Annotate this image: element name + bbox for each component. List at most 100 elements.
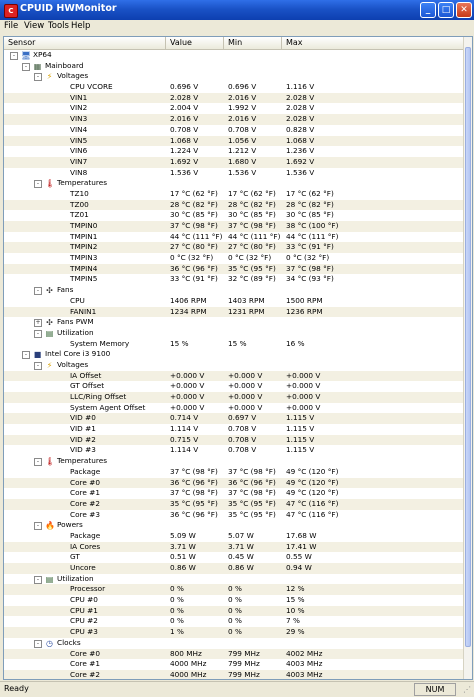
sensor-row[interactable]: CPU #0 0 % 0 % 15 %	[4, 595, 464, 606]
collapse-icon[interactable]: -	[34, 361, 42, 370]
collapse-icon[interactable]: -	[34, 180, 42, 189]
sensor-row[interactable]: TZ00 28 °C (82 °F) 28 °C (82 °F) 28 °C (82 …	[4, 199, 464, 211]
tree-node[interactable]: - 🌡 Temperatures	[4, 178, 464, 189]
expand-icon[interactable]: +	[34, 319, 42, 328]
sensor-row[interactable]: VID #1 1.114 V 0.708 V 1.115 V	[4, 424, 464, 435]
tree-node[interactable]: - 🌡 Temperatures	[4, 456, 464, 467]
sensor-row[interactable]: GT 0.51 W 0.45 W 0.55 W	[4, 552, 464, 563]
minimize-button[interactable]: _	[420, 2, 436, 18]
sensor-row[interactable]: TMPIN2 27 °C (80 °F) 27 °C (80 °F) 33 °C (9…	[4, 242, 464, 254]
collapse-icon[interactable]: -	[34, 73, 42, 82]
sensor-row[interactable]: CPU #3 1 % 0 % 29 %	[4, 627, 464, 638]
tree-node[interactable]: - ◷ Clocks	[4, 638, 464, 649]
column-sensor[interactable]: Sensor	[4, 37, 166, 49]
sensor-row[interactable]: VIN6 1.224 V 1.212 V 1.236 V	[4, 146, 464, 157]
sensor-row[interactable]: Package 5.09 W 5.07 W 17.68 W	[4, 531, 464, 542]
collapse-icon[interactable]: -	[34, 522, 42, 531]
sensor-name: Core #1	[70, 659, 100, 669]
sensor-name: Powers	[57, 520, 83, 530]
sensor-row[interactable]: FANIN1 1234 RPM 1231 RPM 1236 RPM	[4, 306, 464, 318]
sensor-row[interactable]: VIN2 2.004 V 1.992 V 2.028 V	[4, 103, 464, 114]
sensor-row[interactable]: Core #2 4000 MHz 799 MHz 4003 MHz	[4, 669, 464, 679]
sensor-table[interactable]: Sensor Value Min Max - 🖥 XP64- ▦ Mainboard - ⚡…	[3, 36, 473, 680]
sensor-value: 0 °C (32 °F)	[170, 253, 214, 263]
tree-node[interactable]: - ▤ Utilization	[4, 574, 464, 585]
sensor-row[interactable]: Core #0 800 MHz 799 MHz 4002 MHz	[4, 648, 464, 660]
sensor-row[interactable]: IA Cores 3.71 W 3.71 W 17.41 W	[4, 541, 464, 553]
sensor-row[interactable]: VIN4 0.708 V 0.708 V 0.828 V	[4, 125, 464, 136]
sensor-row[interactable]: TZ10 17 °C (62 °F) 17 °C (62 °F) 17 °C (62 …	[4, 189, 464, 200]
sensor-row[interactable]: Core #2 35 °C (95 °F) 35 °C (95 °F) 47 °C (…	[4, 498, 464, 510]
voltage-icon: ⚡	[46, 72, 53, 82]
tree-node[interactable]: - ▤ Utilization	[4, 328, 464, 339]
title-bar[interactable]: C CPUID HWMonitor _ □ ✕	[0, 0, 474, 20]
tree-node[interactable]: - ✣ Fans	[4, 285, 464, 296]
sensor-row[interactable]: Package 37 °C (98 °F) 37 °C (98 °F) 49 °C (…	[4, 467, 464, 478]
sensor-row[interactable]: CPU 1406 RPM 1403 RPM 1500 RPM	[4, 296, 464, 307]
menu-file[interactable]: File	[4, 21, 18, 31]
collapse-icon[interactable]: -	[34, 575, 42, 584]
tree-node[interactable]: - 🖥 XP64	[4, 50, 464, 61]
sensor-row[interactable]: Core #1 37 °C (98 °F) 37 °C (98 °F) 49 °C (…	[4, 488, 464, 499]
maximize-button[interactable]: □	[438, 2, 454, 18]
tree-node[interactable]: - ▦ Mainboard	[4, 61, 464, 72]
sensor-max: 2.028 V	[286, 103, 315, 113]
sensor-row[interactable]: TMPIN0 37 °C (98 °F) 37 °C (98 °F) 38 °C (1…	[4, 221, 464, 232]
sensor-max: +0.000 V	[286, 402, 321, 412]
collapse-icon[interactable]: -	[22, 351, 30, 360]
sensor-row[interactable]: VIN8 1.536 V 1.536 V 1.536 V	[4, 168, 464, 179]
sensor-row[interactable]: VID #3 1.114 V 0.708 V 1.115 V	[4, 445, 464, 456]
sensor-row[interactable]: IA Offset +0.000 V +0.000 V +0.000 V	[4, 370, 464, 382]
close-button[interactable]: ✕	[456, 2, 472, 18]
tree-node[interactable]: - 🔥 Powers	[4, 520, 464, 531]
sensor-row[interactable]: VID #2 0.715 V 0.708 V 1.115 V	[4, 434, 464, 446]
tree-node[interactable]: + ✣ Fans PWM	[4, 317, 464, 328]
menu-tools[interactable]: Tools	[48, 21, 69, 31]
collapse-icon[interactable]: -	[22, 62, 30, 71]
sensor-row[interactable]: Processor 0 % 0 % 12 %	[4, 584, 464, 596]
column-max[interactable]: Max	[282, 37, 464, 49]
sensor-row[interactable]: Core #0 36 °C (96 °F) 36 °C (96 °F) 49 °C (…	[4, 477, 464, 489]
sensor-row[interactable]: TMPIN4 36 °C (96 °F) 35 °C (95 °F) 37 °C (9…	[4, 263, 464, 275]
sensor-row[interactable]: CPU VCORE 0.696 V 0.696 V 1.116 V	[4, 82, 464, 93]
sensor-row[interactable]: TMPIN5 33 °C (91 °F) 32 °C (89 °F) 34 °C (9…	[4, 274, 464, 285]
sensor-row[interactable]: VID #0 0.714 V 0.697 V 1.115 V	[4, 413, 464, 425]
sensor-row[interactable]: Core #3 36 °C (96 °F) 35 °C (95 °F) 47 °C (…	[4, 510, 464, 521]
sensor-row[interactable]: CPU #1 0 % 0 % 10 %	[4, 605, 464, 617]
menu-help[interactable]: Help	[71, 21, 90, 31]
vertical-scrollbar[interactable]	[463, 37, 472, 679]
collapse-icon[interactable]: -	[34, 329, 42, 338]
scrollbar-thumb[interactable]	[465, 47, 471, 647]
collapse-icon[interactable]: -	[34, 458, 42, 467]
tree-node[interactable]: - ■ Intel Core i3 9100	[4, 349, 464, 360]
sensor-row[interactable]: CPU #2 0 % 0 % 7 %	[4, 616, 464, 627]
tree-node[interactable]: - ⚡ Voltages	[4, 71, 464, 82]
sensor-row[interactable]: VIN3 2.016 V 2.016 V 2.028 V	[4, 114, 464, 125]
sensor-value: 0.708 V	[170, 124, 199, 134]
sensor-name: Package	[70, 466, 101, 476]
menu-view[interactable]: View	[24, 21, 44, 31]
column-value[interactable]: Value	[166, 37, 224, 49]
sensor-row[interactable]: GT Offset +0.000 V +0.000 V +0.000 V	[4, 381, 464, 392]
sensor-row[interactable]: VIN5 1.068 V 1.056 V 1.068 V	[4, 135, 464, 147]
sensor-row[interactable]: System Memory 15 % 15 % 16 %	[4, 339, 464, 350]
column-min[interactable]: Min	[224, 37, 282, 49]
sensor-row[interactable]: TMPIN3 0 °C (32 °F) 0 °C (32 °F) 0 °C (32 °…	[4, 253, 464, 264]
collapse-icon[interactable]: -	[34, 287, 42, 296]
tree-node[interactable]: - ⚡ Voltages	[4, 360, 464, 371]
sensor-min: 0 °C (32 °F)	[228, 253, 272, 263]
sensor-value: 1406 RPM	[170, 295, 207, 305]
sensor-row[interactable]: Uncore 0.86 W 0.86 W 0.94 W	[4, 563, 464, 574]
sensor-row[interactable]: System Agent Offset +0.000 V +0.000 V +0.00…	[4, 403, 464, 414]
resize-grip-icon[interactable]: ⋰	[463, 685, 472, 694]
sensor-row[interactable]: LLC/Ring Offset +0.000 V +0.000 V +0.000 V	[4, 392, 464, 403]
sensor-row[interactable]: VIN7 1.692 V 1.680 V 1.692 V	[4, 156, 464, 168]
sensor-row[interactable]: TZ01 30 °C (85 °F) 30 °C (85 °F) 30 °C (85 …	[4, 210, 464, 221]
sensor-row[interactable]: VIN1 2.028 V 2.016 V 2.028 V	[4, 92, 464, 104]
sensor-min: 1.212 V	[228, 146, 257, 156]
sensor-row[interactable]: Core #1 4000 MHz 799 MHz 4003 MHz	[4, 659, 464, 670]
collapse-icon[interactable]: -	[34, 639, 42, 648]
sensor-row[interactable]: TMPIN1 44 °C (111 °F) 44 °C (111 °F) 44 °C …	[4, 232, 464, 243]
collapse-icon[interactable]: -	[10, 52, 18, 60]
sensor-name: VID #3	[70, 445, 96, 455]
